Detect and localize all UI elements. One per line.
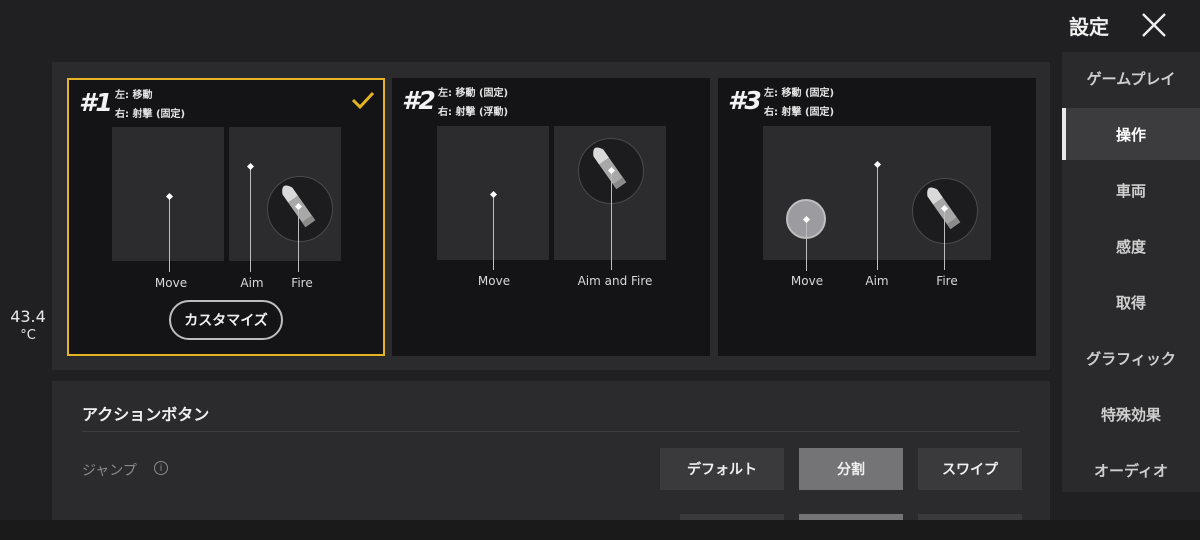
layout-number: #3 (728, 86, 762, 115)
layout-card-2[interactable]: #2 左: 移動 (固定) 右: 射撃 (浮動) Move Aim and Fi… (392, 78, 710, 356)
layout-card-3[interactable]: #3 左: 移動 (固定) 右: 射撃 (固定) Move Aim Fire (718, 78, 1036, 356)
move-pointer-line (806, 219, 807, 271)
sidebar-item-label: 特殊効果 (1100, 405, 1161, 424)
move-label: Move (790, 274, 824, 288)
jump-option-swipe[interactable]: スワイプ (918, 448, 1022, 490)
fire-pointer-line (944, 208, 945, 270)
sidebar-item-pickup[interactable]: 取得 (1062, 276, 1200, 328)
aim-fire-pointer-line (611, 170, 612, 270)
jump-label: ジャンプ (82, 463, 137, 479)
sidebar-item-label: グラフィック (1086, 349, 1176, 368)
background-strip (0, 520, 1200, 540)
section-title: アクションボタン (82, 405, 210, 424)
customize-button[interactable]: カスタマイズ (169, 300, 283, 340)
layout-desc-left: 左: 移動 (固定) (438, 88, 509, 99)
layout-desc-left: 左: 移動 (115, 90, 153, 101)
sidebar-item-vehicle[interactable]: 車両 (1062, 164, 1200, 216)
next-row-option (680, 514, 784, 520)
next-row-option (918, 514, 1022, 520)
sidebar-item-effects[interactable]: 特殊効果 (1062, 388, 1200, 440)
sidebar-item-sensitivity[interactable]: 感度 (1062, 220, 1200, 272)
fire-pointer-line (298, 206, 299, 272)
sidebar-item-audio[interactable]: オーディオ (1062, 444, 1200, 496)
layout-desc-right: 右: 射撃 (固定) (115, 109, 186, 120)
jump-option-default[interactable]: デフォルト (660, 448, 784, 490)
checkmark-icon (351, 91, 375, 110)
temperature-unit: °C (20, 328, 36, 343)
layout-card-1[interactable]: #1 左: 移動 右: 射撃 (固定) Move Aim Fire カスタマイズ (67, 78, 385, 356)
close-icon[interactable] (1139, 10, 1169, 40)
settings-sidebar: ゲームプレイ 操作 車両 感度 取得 グラフィック 特殊効果 オーディオ (1062, 52, 1200, 492)
jump-option-split[interactable]: 分割 (799, 448, 903, 490)
next-row-option (799, 514, 903, 520)
aim-label: Aim (865, 274, 889, 288)
sidebar-item-label: ゲームプレイ (1086, 69, 1176, 88)
sidebar-item-gameplay[interactable]: ゲームプレイ (1062, 52, 1200, 104)
section-divider (82, 431, 1020, 432)
sidebar-item-label: オーディオ (1094, 461, 1168, 480)
move-label: Move (477, 274, 511, 288)
sidebar-item-graphics[interactable]: グラフィック (1062, 332, 1200, 384)
control-layouts-panel: #1 左: 移動 右: 射撃 (固定) Move Aim Fire カスタマイズ (52, 62, 1050, 370)
layout-number: #1 (79, 88, 113, 117)
action-buttons-panel: アクションボタン ジャンプ i デフォルト 分割 スワイプ (52, 381, 1050, 520)
aim-fire-label: Aim and Fire (577, 274, 653, 288)
temperature-value: 43.4 (10, 307, 46, 326)
sidebar-item-label: 操作 (1115, 125, 1146, 144)
layout-desc-right: 右: 射撃 (浮動) (438, 107, 509, 118)
info-icon[interactable]: i (154, 461, 168, 475)
layout-number: #2 (402, 86, 436, 115)
sidebar-item-controls[interactable]: 操作 (1062, 108, 1200, 160)
move-pointer-line (169, 196, 170, 272)
fire-label: Fire (936, 274, 958, 288)
aim-pointer-line (250, 166, 251, 272)
move-pointer-line (493, 194, 494, 270)
layout-desc-right: 右: 射撃 (固定) (764, 107, 835, 118)
page-title: 設定 (1069, 15, 1109, 39)
device-temperature: 43.4 °C (4, 307, 52, 343)
aim-pointer-line (877, 164, 878, 270)
bullet-icon (282, 185, 316, 228)
sidebar-item-label: 取得 (1115, 293, 1146, 312)
move-label: Move (154, 276, 188, 290)
layout-desc-left: 左: 移動 (固定) (764, 88, 835, 99)
fire-button (267, 176, 333, 242)
sidebar-item-label: 車両 (1115, 181, 1146, 200)
aim-label: Aim (240, 276, 264, 290)
fire-label: Fire (291, 276, 313, 290)
sidebar-item-label: 感度 (1115, 237, 1146, 256)
